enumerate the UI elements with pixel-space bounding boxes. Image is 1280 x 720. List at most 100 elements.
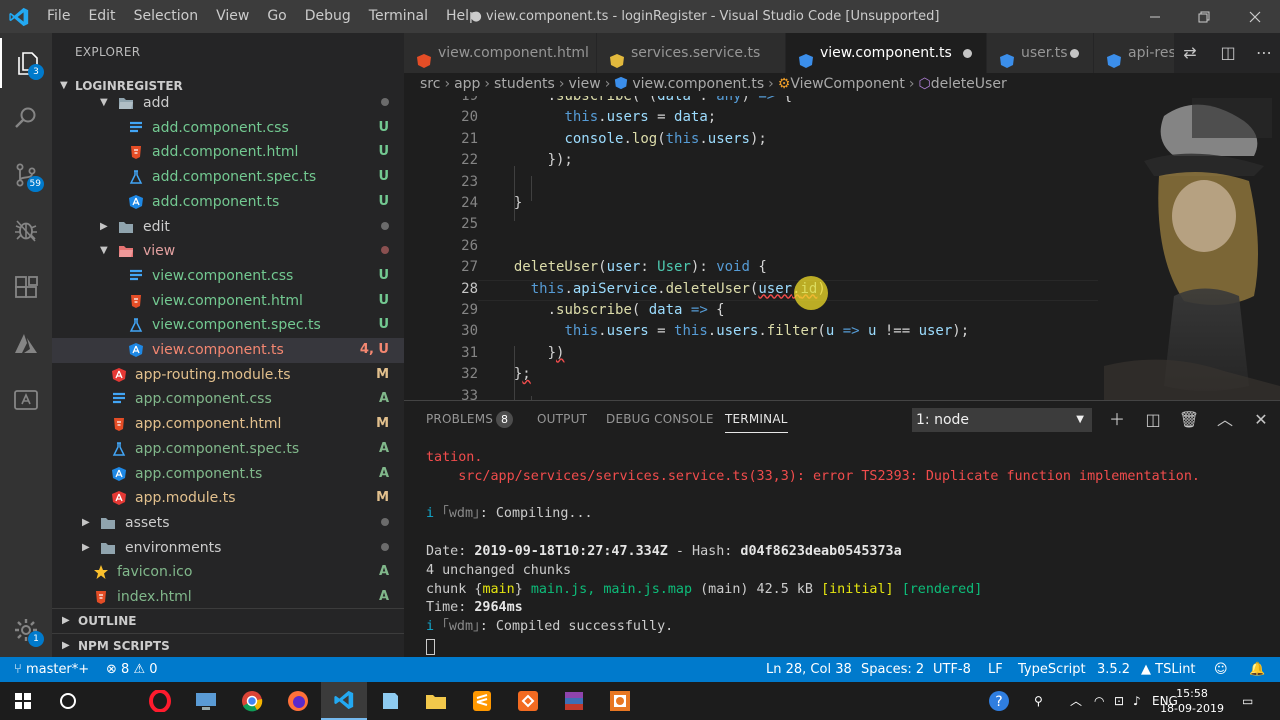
winrar-taskbar-button[interactable] xyxy=(551,682,597,720)
split-terminal-icon[interactable]: ◫ xyxy=(1142,409,1164,431)
tab-services-service-ts[interactable]: services.service.ts xyxy=(597,33,785,73)
tree-item[interactable]: ▶ assets xyxy=(52,511,404,536)
manage-activity[interactable]: 1 xyxy=(0,605,52,655)
tab-terminal[interactable]: TERMINAL xyxy=(725,412,788,433)
breadcrumb-item[interactable]: view.component.ts xyxy=(632,76,764,92)
app-taskbar-button[interactable] xyxy=(183,682,229,720)
tab-view-component-html[interactable]: view.component.html xyxy=(404,33,596,73)
tree-item[interactable]: app.component.spec.ts A xyxy=(52,437,404,462)
end-of-line[interactable]: LF xyxy=(988,657,1003,682)
action-center-icon[interactable]: ▭ xyxy=(1242,682,1253,720)
tree-item[interactable]: ▼ add xyxy=(52,96,404,116)
breadcrumb-item[interactable]: src xyxy=(420,76,440,92)
feedback-icon[interactable]: ☺ xyxy=(1214,657,1228,682)
chrome-taskbar-button[interactable] xyxy=(229,682,275,720)
sublime-taskbar-button[interactable] xyxy=(459,682,505,720)
tree-item[interactable]: ▶ edit xyxy=(52,215,404,240)
breadcrumb-item[interactable]: view xyxy=(568,76,600,92)
tree-item[interactable]: add.component.ts U xyxy=(52,190,404,215)
kill-terminal-icon[interactable]: 🗑 xyxy=(1178,409,1200,431)
code-editor[interactable]: 19 .subscribe( (data : any) => {20 this.… xyxy=(404,96,1280,400)
tree-item[interactable]: index.html A xyxy=(52,585,404,606)
new-terminal-icon[interactable]: ＋ xyxy=(1106,409,1128,431)
project-section-header[interactable]: ▼ LOGINREGISTER xyxy=(52,75,404,97)
extensions-activity[interactable] xyxy=(0,263,52,313)
code-line[interactable]: this.apiService.deleteUser(user.id) xyxy=(497,281,826,297)
npm-scripts-section[interactable]: ▶ NPM SCRIPTS xyxy=(52,633,404,657)
tree-item[interactable]: view.component.ts 4, U xyxy=(52,338,404,363)
people-tray-icon[interactable]: ⚲ xyxy=(1034,682,1043,720)
unsaved-dot-icon[interactable] xyxy=(963,49,972,58)
tab-user-ts[interactable]: user.ts xyxy=(987,33,1093,73)
breadcrumb-item[interactable]: students xyxy=(494,76,555,92)
more-actions-icon[interactable]: ⋯ xyxy=(1254,43,1274,63)
problems-indicator[interactable]: ⊗ 8 ⚠ 0 xyxy=(106,657,158,682)
debug-activity[interactable] xyxy=(0,205,52,255)
file-explorer-taskbar-button[interactable] xyxy=(413,682,459,720)
tslint-indicator[interactable]: ▲ TSLint xyxy=(1141,657,1196,682)
bell-icon[interactable]: 🔔 xyxy=(1249,657,1265,682)
tree-item[interactable]: view.component.spec.ts U xyxy=(52,313,404,338)
outline-section[interactable]: ▶ OUTLINE xyxy=(52,608,404,632)
code-line[interactable]: }; xyxy=(497,366,531,382)
breadcrumb-item[interactable]: deleteUser xyxy=(931,76,1007,92)
tree-item[interactable]: add.component.html U xyxy=(52,140,404,165)
code-line[interactable]: this.users = data; xyxy=(497,109,716,125)
code-line[interactable]: .subscribe( data => { xyxy=(497,302,725,318)
tab-output[interactable]: OUTPUT xyxy=(537,412,587,426)
tree-item[interactable]: app.component.css A xyxy=(52,387,404,412)
cursor-position[interactable]: Ln 28, Col 38 xyxy=(766,657,852,682)
network-icon[interactable]: ⊡ xyxy=(1114,682,1124,720)
source-control-activity[interactable]: 59 xyxy=(0,150,52,200)
tab-view-component-ts[interactable]: view.component.ts xyxy=(786,33,986,73)
start-button[interactable] xyxy=(0,682,46,720)
split-editor-icon[interactable]: ◫ xyxy=(1218,43,1238,63)
breadcrumb-item[interactable]: app xyxy=(454,76,480,92)
unsaved-dot-icon[interactable] xyxy=(1070,49,1079,58)
compare-changes-icon[interactable]: ⇄ xyxy=(1180,43,1200,63)
close-window-button[interactable] xyxy=(1232,0,1278,33)
opera-taskbar-button[interactable] xyxy=(137,682,183,720)
vscode-taskbar-button[interactable] xyxy=(321,682,367,720)
tree-item[interactable]: view.component.css U xyxy=(52,264,404,289)
language-mode[interactable]: TypeScript xyxy=(1018,657,1086,682)
code-line[interactable]: .subscribe( (data : any) => { xyxy=(497,96,793,104)
wifi-icon[interactable]: ◠ xyxy=(1094,682,1104,720)
explorer-activity[interactable]: 3 xyxy=(0,38,52,88)
code-line[interactable]: deleteUser(user: User): void { xyxy=(497,259,767,275)
tab-api-res[interactable]: api-res xyxy=(1094,33,1178,73)
restore-button[interactable] xyxy=(1181,0,1227,33)
tree-item[interactable]: add.component.spec.ts U xyxy=(52,165,404,190)
tree-item[interactable]: app.component.ts A xyxy=(52,462,404,487)
encoding[interactable]: UTF-8 xyxy=(933,657,971,682)
tray-overflow-icon[interactable]: ︿ xyxy=(1070,682,1082,720)
app2-taskbar-button[interactable] xyxy=(505,682,551,720)
code-line[interactable]: this.users = this.users.filter(u => u !=… xyxy=(497,323,969,339)
tree-item[interactable]: ▶ environments xyxy=(52,536,404,561)
help-tray-icon[interactable]: ? xyxy=(988,682,1014,720)
tree-item[interactable]: app-routing.module.ts M xyxy=(52,363,404,388)
code-line[interactable]: console.log(this.users); xyxy=(497,131,766,147)
tree-item[interactable]: view.component.html U xyxy=(52,289,404,314)
tab-debug-console[interactable]: DEBUG CONSOLE xyxy=(606,412,714,426)
code-line[interactable]: } xyxy=(497,195,522,211)
tree-item[interactable]: app.component.html M xyxy=(52,412,404,437)
firefox-taskbar-button[interactable] xyxy=(275,682,321,720)
ts-version[interactable]: 3.5.2 xyxy=(1097,657,1130,682)
tree-item[interactable]: add.component.css U xyxy=(52,116,404,141)
tree-item[interactable]: favicon.ico A xyxy=(52,560,404,585)
cortana-button[interactable] xyxy=(45,682,91,720)
tree-item[interactable]: app.module.ts M xyxy=(52,486,404,511)
code-line[interactable]: }); xyxy=(497,152,573,168)
remote-activity[interactable] xyxy=(0,375,52,425)
taskbar-clock[interactable]: 15:58 18-09-2019 xyxy=(1160,686,1224,716)
tab-problems[interactable]: PROBLEMS xyxy=(426,412,493,426)
notepad-taskbar-button[interactable] xyxy=(367,682,413,720)
close-panel-icon[interactable]: ✕ xyxy=(1250,409,1272,431)
app3-taskbar-button[interactable] xyxy=(597,682,643,720)
minimize-button[interactable] xyxy=(1132,0,1178,33)
tree-item[interactable]: ▼ view xyxy=(52,239,404,264)
code-line[interactable]: }) xyxy=(497,345,565,361)
indentation[interactable]: Spaces: 2 xyxy=(861,657,924,682)
branch-indicator[interactable]: ⑂ master*+ xyxy=(14,657,89,682)
